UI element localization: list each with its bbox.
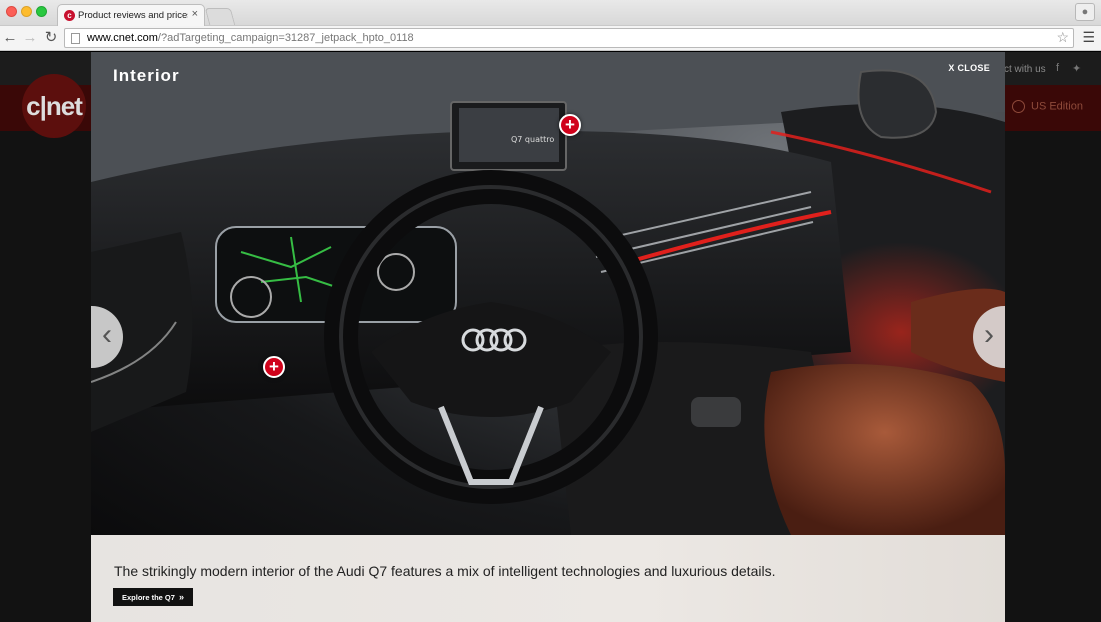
close-window-button[interactable]: [6, 6, 17, 17]
profile-button[interactable]: ●: [1075, 3, 1095, 21]
new-tab-button[interactable]: [204, 8, 236, 25]
screen-text: Q7 quattro: [511, 135, 554, 144]
forward-arrow-icon[interactable]: →: [22, 29, 38, 47]
connect-with-us-text: ct with us: [1004, 64, 1046, 75]
interior-photo: Q7 quattro Interior X CLOSE + + ‹ ›: [91, 52, 1005, 535]
cnet-favicon-icon: c: [64, 10, 75, 21]
modal-title: Interior: [113, 66, 180, 85]
page-icon: [71, 33, 80, 44]
facebook-icon[interactable]: f: [1056, 62, 1059, 74]
twitter-icon[interactable]: ✦: [1072, 62, 1081, 75]
edition-label: US Edition: [1031, 100, 1083, 113]
url-host: www.cnet.com: [87, 32, 158, 44]
address-bar[interactable]: www.cnet.com/?adTargeting_campaign=31287…: [64, 28, 1074, 48]
car-interior-illustration: Q7 quattro: [91, 52, 1005, 535]
reload-icon[interactable]: ↻: [43, 29, 59, 47]
person-icon: ●: [1081, 6, 1089, 18]
tab-close-icon[interactable]: ×: [192, 8, 198, 20]
browser-tab-strip: c Product reviews and prices × ●: [0, 0, 1101, 26]
browser-tab[interactable]: c Product reviews and prices ×: [57, 4, 205, 26]
globe-icon: [1012, 100, 1025, 113]
url-text[interactable]: www.cnet.com/?adTargeting_campaign=31287…: [87, 32, 414, 44]
cnet-logo[interactable]: c|net: [22, 74, 86, 138]
back-arrow-icon[interactable]: ←: [2, 29, 18, 47]
minimize-window-button[interactable]: [21, 6, 32, 17]
hamburger-menu-icon[interactable]: ☰: [1082, 29, 1095, 46]
url-path: /?adTargeting_campaign=31287_jetpack_hpt…: [157, 32, 414, 44]
edition-selector[interactable]: US Edition: [1012, 100, 1083, 113]
caption-text: The strikingly modern interior of the Au…: [114, 563, 776, 579]
explore-q7-button[interactable]: Explore the Q7»: [113, 588, 193, 606]
gallery-modal: Q7 quattro Interior X CLOSE + + ‹ › The …: [91, 52, 1005, 622]
maximize-window-button[interactable]: [36, 6, 47, 17]
browser-toolbar: ← → ↻ www.cnet.com/?adTargeting_campaign…: [0, 26, 1101, 51]
close-button[interactable]: X CLOSE: [948, 63, 990, 73]
caption-panel: The strikingly modern interior of the Au…: [91, 535, 1005, 622]
star-icon[interactable]: ☆: [1056, 29, 1069, 46]
hotspot-cockpit[interactable]: +: [263, 356, 285, 378]
explore-label: Explore the Q7: [122, 593, 175, 602]
hotspot-screen[interactable]: +: [559, 114, 581, 136]
tab-title: Product reviews and prices: [78, 10, 188, 21]
chevron-right-icon: »: [178, 592, 184, 602]
